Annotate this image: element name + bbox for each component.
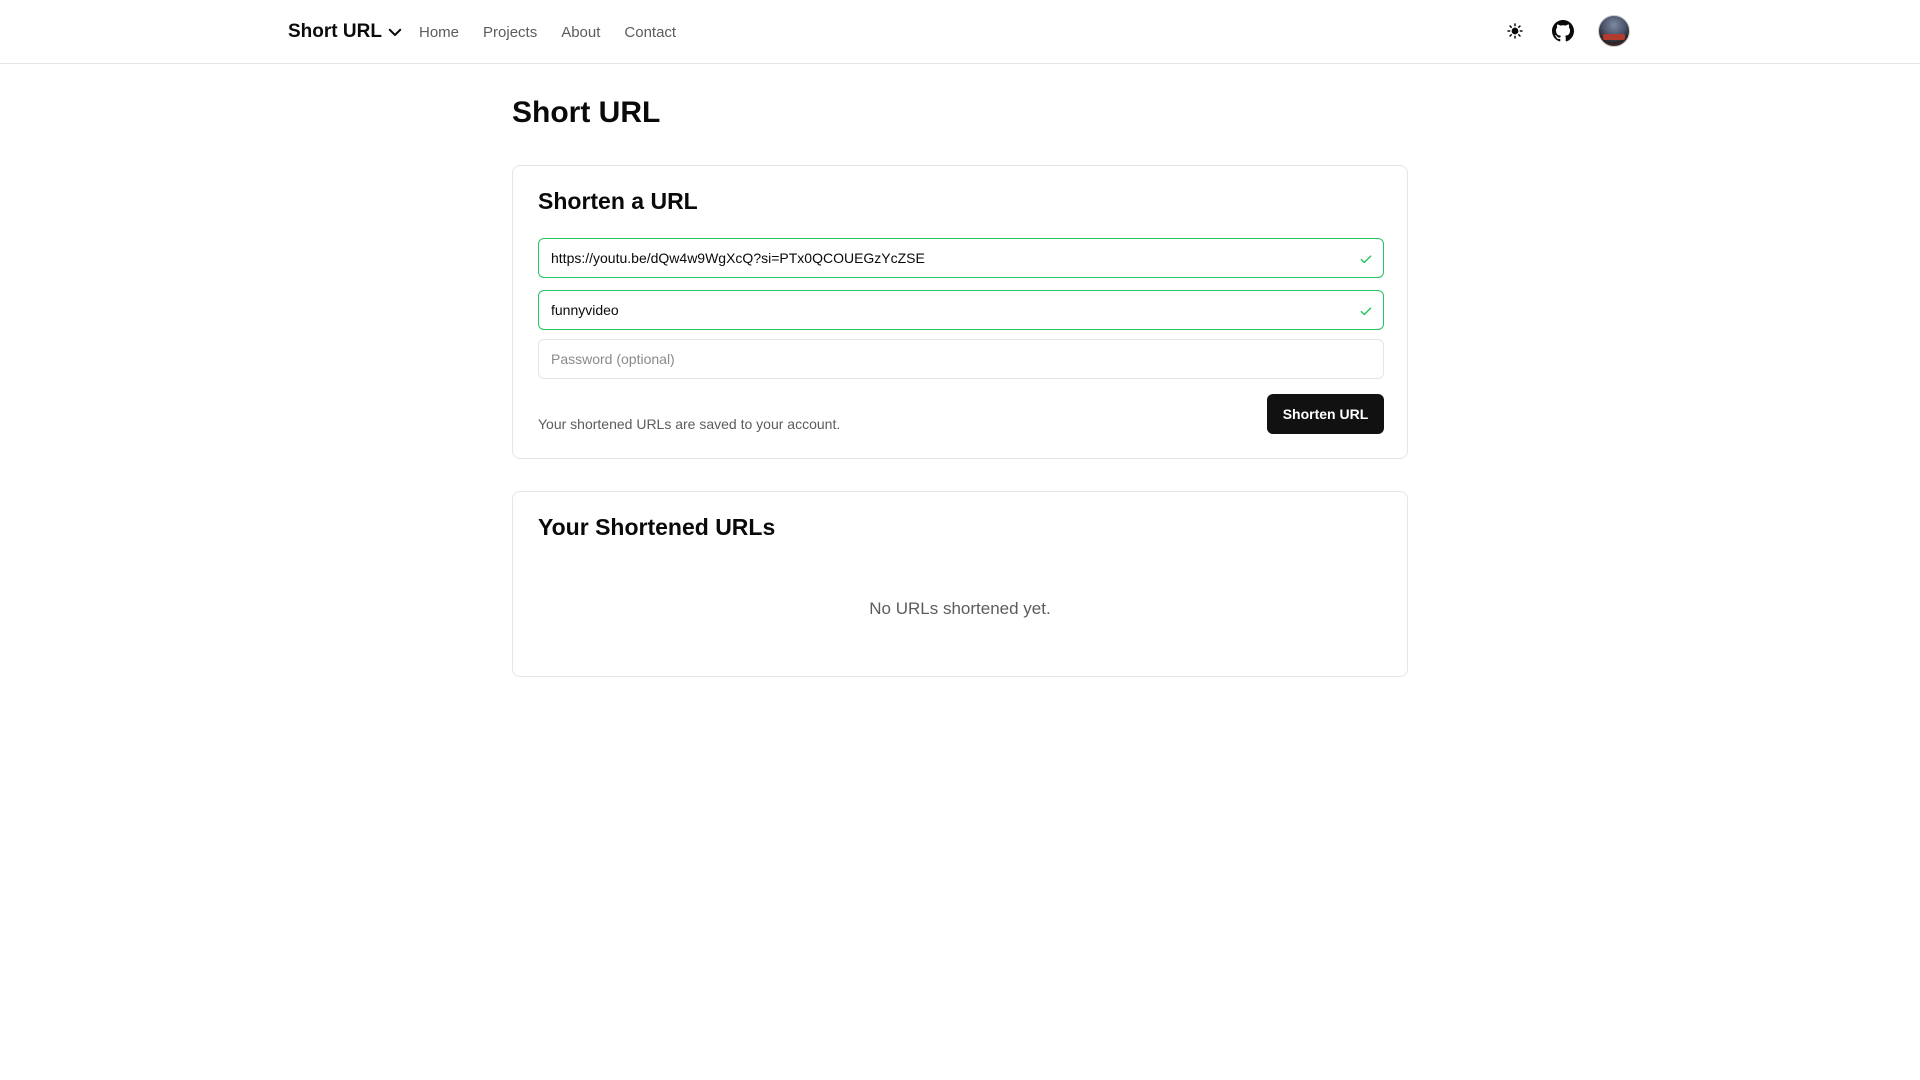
shorten-url-card: Shorten a URL Your shortened URLs are sa… (512, 165, 1408, 459)
url-input[interactable] (551, 239, 1371, 277)
shorten-card-title: Shorten a URL (538, 188, 698, 214)
chevron-down-icon (388, 28, 402, 36)
check-icon (1360, 307, 1372, 316)
nav-link-projects[interactable]: Projects (483, 24, 537, 41)
sun-icon (1507, 23, 1523, 39)
alias-field (538, 290, 1384, 330)
page-title: Short URL (512, 96, 661, 129)
nav-link-home[interactable]: Home (419, 24, 459, 41)
github-icon (1552, 20, 1574, 42)
brand-menu[interactable]: Short URL (288, 18, 404, 46)
alias-input[interactable] (551, 291, 1371, 329)
password-input[interactable] (551, 340, 1371, 378)
header-actions (1502, 14, 1630, 48)
shortened-urls-card: Your Shortened URLs No URLs shortened ye… (512, 491, 1408, 677)
nav-link-about[interactable]: About (561, 24, 600, 41)
top-navbar: Short URL Home Projects About Contact (0, 0, 1920, 64)
github-link[interactable] (1550, 18, 1576, 44)
check-icon (1360, 255, 1372, 264)
main-nav: Home Projects About Contact (419, 20, 676, 44)
avatar[interactable] (1598, 15, 1630, 47)
password-field (538, 339, 1384, 379)
empty-state-text: No URLs shortened yet. (869, 599, 1051, 618)
shorten-url-button[interactable]: Shorten URL (1267, 394, 1384, 434)
url-field (538, 238, 1384, 278)
theme-toggle-button[interactable] (1502, 18, 1528, 44)
nav-link-contact[interactable]: Contact (624, 24, 676, 41)
shortened-urls-title: Your Shortened URLs (538, 514, 776, 540)
brand-label: Short URL (288, 21, 382, 42)
saved-note: Your shortened URLs are saved to your ac… (538, 416, 841, 432)
